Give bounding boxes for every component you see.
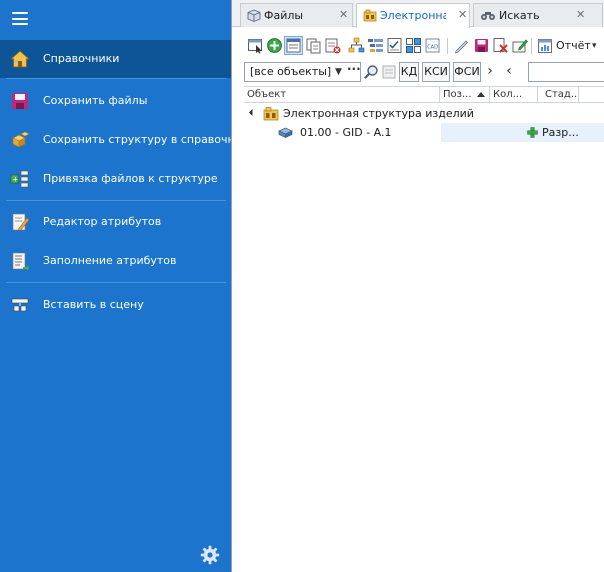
tab-bar: Файлы ✕ Электронная с ✕ Искать ✕: [232, 0, 604, 28]
toolbar: CAD Отчёт ▾: [244, 36, 604, 58]
binoculars-icon: [481, 12, 495, 20]
chevron-left-icon[interactable]: ‹: [503, 62, 515, 82]
sidebar-item-save-structure[interactable]: Сохранить структуру в справочник: [0, 121, 249, 159]
house-icon: [10, 50, 30, 68]
tab-label: Искать: [499, 9, 540, 22]
divider: [6, 282, 226, 283]
svg-text:+: +: [13, 176, 19, 184]
tab-electronic-structure[interactable]: Электронная с ✕: [356, 3, 470, 28]
close-icon[interactable]: ✕: [339, 4, 348, 26]
sidebar-item-save-files[interactable]: Сохранить файлы: [0, 82, 231, 120]
cube-icon: [247, 9, 261, 22]
sidebar: Справочники Сохранить файлы Сохранить ст…: [0, 0, 249, 572]
properties-icon[interactable]: [284, 36, 303, 55]
objects-filter-value: [все объекты]: [250, 65, 332, 78]
save-icon[interactable]: [473, 37, 490, 54]
sidebar-item-label: Справочники: [43, 52, 120, 65]
gear-icon[interactable]: [200, 545, 220, 565]
list-hierarchy-icon[interactable]: [367, 37, 384, 54]
report-icon: [538, 39, 552, 53]
fill-document-icon: [12, 252, 29, 271]
structure-icon: [363, 9, 377, 22]
boxes-icon: [12, 131, 30, 148]
toolbar-divider: [447, 38, 448, 54]
column-header-label: Поз...: [443, 89, 472, 100]
toolbar-divider: [531, 38, 532, 54]
edit-document-icon: [12, 213, 30, 231]
tab-search[interactable]: Искать ✕: [473, 3, 603, 27]
ksi-filter-button[interactable]: КСИ: [422, 62, 450, 82]
report-label: Отчёт: [556, 39, 591, 52]
link-files-icon: +: [10, 170, 29, 188]
select-window-icon[interactable]: [247, 37, 264, 54]
tree-row[interactable]: 01.00 - GID - A.1 Разр...: [244, 123, 604, 142]
close-icon[interactable]: ✕: [458, 4, 467, 26]
objects-filter-dropdown[interactable]: [все объекты] ▼ ···: [244, 62, 361, 82]
search-input[interactable]: [528, 62, 604, 82]
sidebar-item-label: Вставить в сцену: [43, 298, 144, 311]
stage-cell: Разр...: [542, 126, 579, 139]
grid-header: Объект Поз... Кол... Стад...: [244, 86, 604, 103]
tree-node-label: Электронная структура изделий: [283, 107, 474, 120]
sort-ascending-icon: [477, 92, 485, 97]
edit-check-icon[interactable]: [511, 37, 528, 54]
structure-folder-icon: [263, 107, 279, 121]
sidebar-item-label: Привязка файлов к структуре: [43, 172, 218, 185]
close-icon[interactable]: ✕: [576, 4, 585, 26]
divider: [6, 200, 226, 201]
svg-text:CAD: CAD: [427, 45, 438, 51]
sidebar-item-label: Сохранить структуру в справочник: [43, 133, 249, 146]
divider: [6, 78, 226, 79]
tree-row[interactable]: Электронная структура изделий: [244, 104, 604, 123]
sidebar-item-label: Сохранить файлы: [43, 94, 148, 107]
sidebar-item-label: Редактор атрибутов: [43, 215, 162, 228]
pencil-icon[interactable]: [453, 37, 470, 54]
search-icon[interactable]: [363, 64, 379, 80]
tab-label: Электронная с: [380, 9, 446, 22]
hamburger-menu-icon[interactable]: [12, 12, 28, 25]
collapse-triangle-icon[interactable]: [248, 108, 257, 117]
green-plus-icon: [527, 127, 538, 138]
filter-toggle-icon[interactable]: [381, 64, 397, 80]
column-header-object[interactable]: Объект: [244, 87, 440, 103]
sidebar-item-fill-attributes[interactable]: Заполнение атрибутов: [0, 242, 231, 280]
filter-bar: [все объекты] ▼ ··· КД КСИ ФСИ › ‹: [244, 62, 604, 84]
delete-icon[interactable]: [492, 37, 509, 54]
tab-files[interactable]: Файлы ✕: [240, 3, 353, 27]
checklist-icon[interactable]: [386, 37, 403, 54]
part-icon: [278, 127, 293, 139]
column-header-position[interactable]: Поз...: [440, 87, 490, 103]
chevron-down-icon: ▾: [592, 41, 597, 51]
chevron-right-icon[interactable]: ›: [484, 62, 496, 82]
insert-scene-icon: [11, 298, 29, 312]
more-icon[interactable]: ···: [347, 60, 361, 78]
kd-filter-button[interactable]: КД: [399, 62, 419, 82]
copy-icon[interactable]: [305, 37, 322, 54]
delete-document-icon[interactable]: [324, 37, 341, 54]
structure-tree-icon[interactable]: [348, 37, 365, 54]
sidebar-item-reference-books[interactable]: Справочники: [0, 40, 231, 78]
column-header-quantity[interactable]: Кол...: [490, 87, 538, 103]
cad-file-icon[interactable]: CAD: [424, 37, 441, 54]
sidebar-item-attribute-editor[interactable]: Редактор атрибутов: [0, 203, 231, 241]
add-icon[interactable]: [266, 37, 283, 54]
sidebar-item-link-files[interactable]: + Привязка файлов к структуре: [0, 160, 231, 198]
sidebar-item-label: Заполнение атрибутов: [43, 254, 177, 267]
document-panel: Файлы ✕ Электронная с ✕ Искать ✕: [231, 0, 604, 572]
fsi-filter-button[interactable]: ФСИ: [453, 62, 481, 82]
chevron-down-icon: ▼: [335, 67, 342, 77]
tree-node-label: 01.00 - GID - A.1: [300, 126, 392, 139]
sidebar-item-insert-scene[interactable]: Вставить в сцену: [0, 286, 231, 324]
column-header-stage[interactable]: Стад...: [542, 87, 579, 103]
floppy-disk-icon: [12, 93, 28, 109]
tab-label: Файлы: [264, 9, 304, 22]
report-button[interactable]: Отчёт ▾: [535, 36, 604, 56]
components-icon[interactable]: [405, 37, 422, 54]
